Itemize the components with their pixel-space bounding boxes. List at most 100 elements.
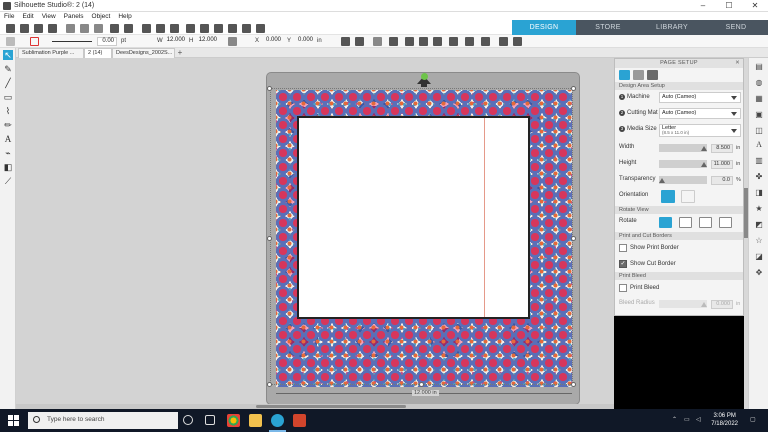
menu-view[interactable]: View <box>38 12 60 22</box>
width-field[interactable]: 12.000 <box>163 37 187 46</box>
width-slider[interactable] <box>659 144 707 152</box>
panel-close-icon[interactable]: ✕ <box>735 59 740 68</box>
text-tool-icon[interactable]: A <box>3 134 13 144</box>
replicate-icon[interactable]: ✤ <box>754 172 764 182</box>
layers-icon[interactable]: ▣ <box>754 110 764 120</box>
trace-icon[interactable] <box>513 37 522 46</box>
volume-icon[interactable]: ◁ <box>696 416 701 423</box>
delete-icon[interactable] <box>170 24 179 33</box>
menu-help[interactable]: Help <box>114 12 135 22</box>
undo-icon[interactable] <box>110 24 119 33</box>
close-button[interactable]: ✕ <box>742 0 768 12</box>
show-cut-border-checkbox[interactable]: ✓ <box>619 260 627 268</box>
fit-page-icon[interactable] <box>242 24 251 33</box>
paste-icon[interactable] <box>94 24 103 33</box>
windows-start-icon[interactable] <box>8 415 19 426</box>
media-size-select[interactable]: Letter (8.5 x 11.0 in) <box>659 124 741 137</box>
selection-handle[interactable] <box>571 382 576 387</box>
ungroup-icon[interactable] <box>419 37 428 46</box>
line-width-field[interactable]: 0.00 <box>97 37 117 46</box>
silhouette-studio-taskbar-icon[interactable] <box>269 414 286 432</box>
cortana-icon[interactable] <box>183 415 193 425</box>
network-icon[interactable]: ▭ <box>684 416 690 423</box>
polygon-tool-icon[interactable]: ⌇ <box>3 106 13 116</box>
minimize-button[interactable]: – <box>690 0 716 12</box>
new-document-icon[interactable] <box>6 24 15 33</box>
rotate-icon[interactable] <box>373 37 382 46</box>
text-style-icon[interactable]: A <box>754 140 764 150</box>
transform-icon[interactable]: ◫ <box>754 126 764 136</box>
transparency-slider[interactable] <box>659 176 707 184</box>
portrait-icon[interactable] <box>661 190 675 203</box>
align-panel-icon[interactable]: ✥ <box>754 268 764 278</box>
redo-icon[interactable] <box>124 24 133 33</box>
zoom-select-icon[interactable] <box>214 24 223 33</box>
fill-pattern-icon[interactable] <box>6 37 15 46</box>
eyedropper-tool-icon[interactable]: ⟋ <box>3 176 13 186</box>
select-tool-icon[interactable]: ↖ <box>3 50 13 60</box>
tab-library[interactable]: LIBRARY <box>640 20 704 35</box>
selection-handle[interactable] <box>267 86 272 91</box>
cut-icon[interactable] <box>66 24 75 33</box>
selection-handle[interactable] <box>267 236 272 241</box>
group-icon[interactable] <box>405 37 414 46</box>
bleed-radius-slider[interactable] <box>659 300 707 308</box>
trace-panel-icon[interactable]: ◩ <box>754 220 764 230</box>
y-field[interactable]: 0.000 <box>293 37 315 46</box>
rotation-handle[interactable] <box>421 73 428 80</box>
knife-tool-icon[interactable]: ⌁ <box>3 148 13 158</box>
align-icon[interactable] <box>341 37 350 46</box>
background-tab-icon[interactable] <box>647 70 658 80</box>
selection-handle[interactable] <box>571 86 576 91</box>
slider-knob[interactable] <box>701 162 707 167</box>
task-view-icon[interactable] <box>205 415 215 425</box>
chrome-icon[interactable] <box>227 414 240 427</box>
tab-design[interactable]: DESIGN <box>512 20 576 35</box>
sketch-icon[interactable]: ☆ <box>754 236 764 246</box>
tab-store[interactable]: STORE <box>576 20 640 35</box>
page-setup-icon[interactable]: ▤ <box>754 62 764 72</box>
eraser-tool-icon[interactable]: ◧ <box>3 162 13 172</box>
tab-send[interactable]: SEND <box>704 20 768 35</box>
taskbar-search[interactable]: Type here to search <box>28 412 178 429</box>
slider-knob[interactable] <box>701 302 707 307</box>
bring-front-icon[interactable] <box>449 37 458 46</box>
compound-path-icon[interactable] <box>433 37 442 46</box>
modify-icon[interactable]: ◨ <box>754 188 764 198</box>
menu-panels[interactable]: Panels <box>60 12 88 22</box>
file-explorer-icon[interactable] <box>249 414 262 427</box>
slider-knob[interactable] <box>659 178 665 183</box>
deselect-icon[interactable] <box>156 24 165 33</box>
offset-panel-icon[interactable]: ▥ <box>754 156 764 166</box>
mirror-icon[interactable] <box>389 37 398 46</box>
width-input[interactable]: 8.500 <box>711 144 733 153</box>
height-slider[interactable] <box>659 160 707 168</box>
rotate-180-icon[interactable] <box>699 217 712 228</box>
selection-handle[interactable] <box>571 236 576 241</box>
show-print-border-checkbox[interactable] <box>619 244 627 252</box>
menu-object[interactable]: Object <box>88 12 115 22</box>
lock-ratio-icon[interactable] <box>228 37 237 46</box>
page-tab-icon[interactable] <box>619 70 630 80</box>
weld-icon[interactable] <box>481 37 490 46</box>
transparency-input[interactable]: 0.0 <box>711 176 733 185</box>
zoom-in-icon[interactable] <box>186 24 195 33</box>
fill-color-icon[interactable]: ◍ <box>754 78 764 88</box>
add-tab-icon[interactable]: + <box>175 48 185 58</box>
print-bleed-checkbox[interactable] <box>619 284 627 292</box>
landscape-icon[interactable] <box>681 190 695 203</box>
notifications-icon[interactable]: ▢ <box>750 416 756 423</box>
rectangle-tool-icon[interactable]: ▭ <box>3 92 13 102</box>
rotate-0-icon[interactable] <box>659 217 672 228</box>
save-icon[interactable] <box>34 24 43 33</box>
zoom-fit-icon[interactable] <box>256 24 265 33</box>
rotate-270-icon[interactable] <box>719 217 732 228</box>
pencil-tool-icon[interactable]: ✏ <box>3 120 13 130</box>
scroll-thumb[interactable] <box>256 405 406 408</box>
slider-knob[interactable] <box>701 146 707 151</box>
silhouette-design-taskbar-icon[interactable] <box>293 414 306 427</box>
tray-up-icon[interactable]: ⌃ <box>672 416 677 423</box>
line-color-icon[interactable] <box>30 37 39 46</box>
maximize-button[interactable]: ☐ <box>716 0 742 12</box>
select-all-icon[interactable] <box>142 24 151 33</box>
